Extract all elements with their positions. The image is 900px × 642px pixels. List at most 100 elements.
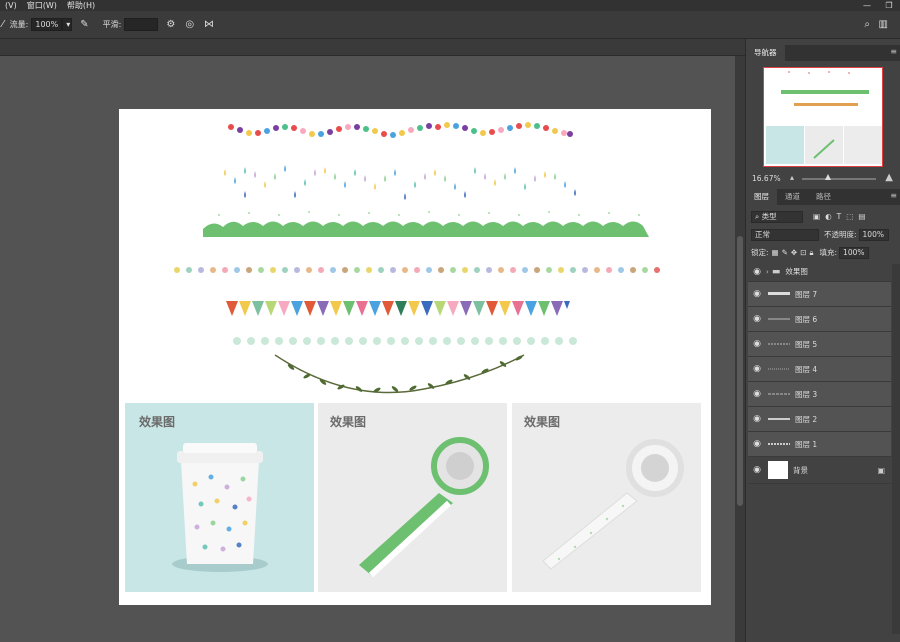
symmetry-icon[interactable]: ⋈: [204, 19, 214, 30]
lock-artboard-icon[interactable]: ⊡: [800, 248, 806, 257]
filter-kind-select[interactable]: ⌕ 类型: [751, 210, 803, 223]
green-grass-band: [203, 211, 649, 237]
visibility-eye-icon[interactable]: ◉: [748, 439, 766, 449]
gear-icon[interactable]: ⚙: [166, 19, 175, 30]
layer-row-7[interactable]: ◉ 图层 7: [748, 282, 891, 307]
effect-label-2: 效果图: [330, 415, 367, 429]
blend-opacity-row: 正常 不透明度: 100%: [746, 226, 900, 243]
lock-transparent-icon[interactable]: ▦: [772, 248, 779, 257]
canvas-scrollbar[interactable]: [735, 56, 745, 642]
layer-name: 图层 1: [795, 439, 818, 449]
tab-navigator[interactable]: 导航器: [746, 45, 785, 61]
filter-shape-icon[interactable]: ⬚: [846, 212, 853, 221]
airbrush-icon[interactable]: ✎: [80, 19, 88, 30]
visibility-eye-icon[interactable]: ◉: [748, 389, 766, 399]
group-expand-icon[interactable]: ›: [766, 268, 769, 276]
options-bar: ⁄ 流量: 100% ▾ ✎ 平滑: ⚙ ◎ ⋈ ⌕ ▥: [0, 11, 900, 39]
search-icon[interactable]: ⌕: [864, 19, 870, 30]
layer-thumb-art: [768, 418, 790, 420]
effect-label-3: 效果图: [524, 415, 561, 429]
layer-thumbnail: [768, 461, 788, 479]
restore-button[interactable]: ❐: [878, 0, 900, 11]
layer-row-6[interactable]: ◉ 图层 6: [748, 307, 891, 332]
fill-input[interactable]: 100%: [839, 246, 870, 259]
lock-move-icon[interactable]: ✥: [791, 248, 797, 257]
menu-window[interactable]: 窗口(W): [22, 0, 62, 11]
layer-row-background[interactable]: ◉ 背景 ▣: [748, 457, 891, 484]
layers-scrollbar[interactable]: [892, 264, 900, 634]
flow-input[interactable]: 100%: [31, 18, 63, 31]
layer-thumbnail: [768, 312, 790, 326]
brush-pressure-icon[interactable]: ⁄: [2, 19, 4, 30]
lock-icon: ▣: [877, 465, 885, 475]
layers-menu-icon[interactable]: ≡: [890, 191, 897, 200]
zoom-value: 16.67%: [752, 173, 781, 183]
zoom-slider[interactable]: [802, 178, 876, 180]
raindrop-pattern: [224, 165, 576, 200]
layer-thumbnail: [768, 387, 790, 401]
visibility-eye-icon[interactable]: ◉: [748, 289, 766, 299]
filter-smart-icon[interactable]: ▤: [858, 212, 865, 221]
window-controls: — ❐: [856, 0, 900, 11]
navigator-zoom-row: 16.67% ▴ ▲: [746, 170, 900, 186]
effect-label-1: 效果图: [139, 415, 176, 429]
layer-row-5[interactable]: ◉ 图层 5: [748, 332, 891, 357]
menu-view[interactable]: (V): [0, 0, 22, 11]
layer-thumbnail: [768, 412, 790, 426]
visibility-eye-icon[interactable]: ◉: [748, 339, 766, 349]
visibility-eye-icon[interactable]: ◉: [748, 267, 766, 277]
pressure-icon[interactable]: ◎: [185, 19, 194, 30]
layer-name: 图层 6: [795, 314, 818, 324]
smooth-input[interactable]: [124, 18, 159, 31]
menu-help[interactable]: 帮助(H): [62, 0, 100, 11]
menu-bar: (V) 窗口(W) 帮助(H) — ❐: [0, 0, 900, 11]
visibility-eye-icon[interactable]: ◉: [748, 414, 766, 424]
layer-row-group[interactable]: ◉ › ▬ 效果图: [748, 262, 891, 282]
scroll-thumb[interactable]: [737, 236, 743, 506]
layer-name: 图层 3: [795, 389, 818, 399]
layer-row-2[interactable]: ◉ 图层 2: [748, 407, 891, 432]
visibility-eye-icon[interactable]: ◉: [748, 314, 766, 324]
layer-name: 图层 4: [795, 364, 818, 374]
zoom-slider-knob[interactable]: [825, 174, 831, 180]
right-panel-dock: 导航器 ≡ 16.67% ▴ ▲ 图层 通道 路径 ≡ ⌕ 类型 ▣ ◐ T ⬚…: [745, 39, 900, 642]
lock-all-icon[interactable]: 🔒︎: [810, 248, 814, 258]
zoom-in-icon[interactable]: ▲: [885, 172, 893, 183]
lock-paint-icon[interactable]: ✎: [782, 248, 788, 257]
navigator-preview[interactable]: [763, 67, 883, 167]
tab-layers[interactable]: 图层: [746, 189, 777, 205]
navigator-thumbnail: [766, 71, 882, 164]
layer-row-4[interactable]: ◉ 图层 4: [748, 357, 891, 382]
layer-row-3[interactable]: ◉ 图层 3: [748, 382, 891, 407]
pastel-dots-line: [174, 267, 660, 273]
layer-thumb-art: [768, 368, 790, 370]
panel-menu-icon[interactable]: ≡: [890, 47, 897, 56]
mockup-cup-panel: [125, 403, 314, 592]
vine-garland: [274, 354, 525, 394]
layer-thumbnail: [768, 437, 790, 451]
mockup-green-tape-panel: [318, 403, 507, 592]
opacity-label: 不透明度:: [824, 230, 857, 239]
zoom-out-icon[interactable]: ▴: [790, 173, 794, 182]
mint-flowers: [233, 337, 577, 345]
layer-name: 效果图: [785, 267, 808, 276]
filter-pixel-icon[interactable]: ▣: [813, 212, 820, 221]
filter-adjust-icon[interactable]: ◐: [825, 212, 832, 221]
tab-paths[interactable]: 路径: [808, 189, 839, 205]
flow-dropdown-icon[interactable]: ▾: [62, 18, 73, 31]
document-canvas[interactable]: 效果图 效果图 效果图: [119, 109, 711, 605]
artwork: [125, 122, 701, 592]
folder-icon: ▬: [771, 266, 781, 277]
visibility-eye-icon[interactable]: ◉: [748, 465, 766, 475]
layer-name: 图层 5: [795, 339, 818, 349]
layer-row-1[interactable]: ◉ 图层 1: [748, 432, 891, 457]
minimize-button[interactable]: —: [856, 0, 878, 11]
filter-type-icon[interactable]: T: [837, 212, 842, 221]
wavy-dots-border: [228, 122, 573, 138]
layers-tabbar: 图层 通道 路径 ≡: [746, 189, 900, 205]
opacity-input[interactable]: 100%: [858, 228, 889, 241]
blend-mode-select[interactable]: 正常: [751, 228, 819, 241]
workspace-icon[interactable]: ▥: [879, 19, 888, 30]
visibility-eye-icon[interactable]: ◉: [748, 364, 766, 374]
tab-channels[interactable]: 通道: [777, 189, 808, 205]
